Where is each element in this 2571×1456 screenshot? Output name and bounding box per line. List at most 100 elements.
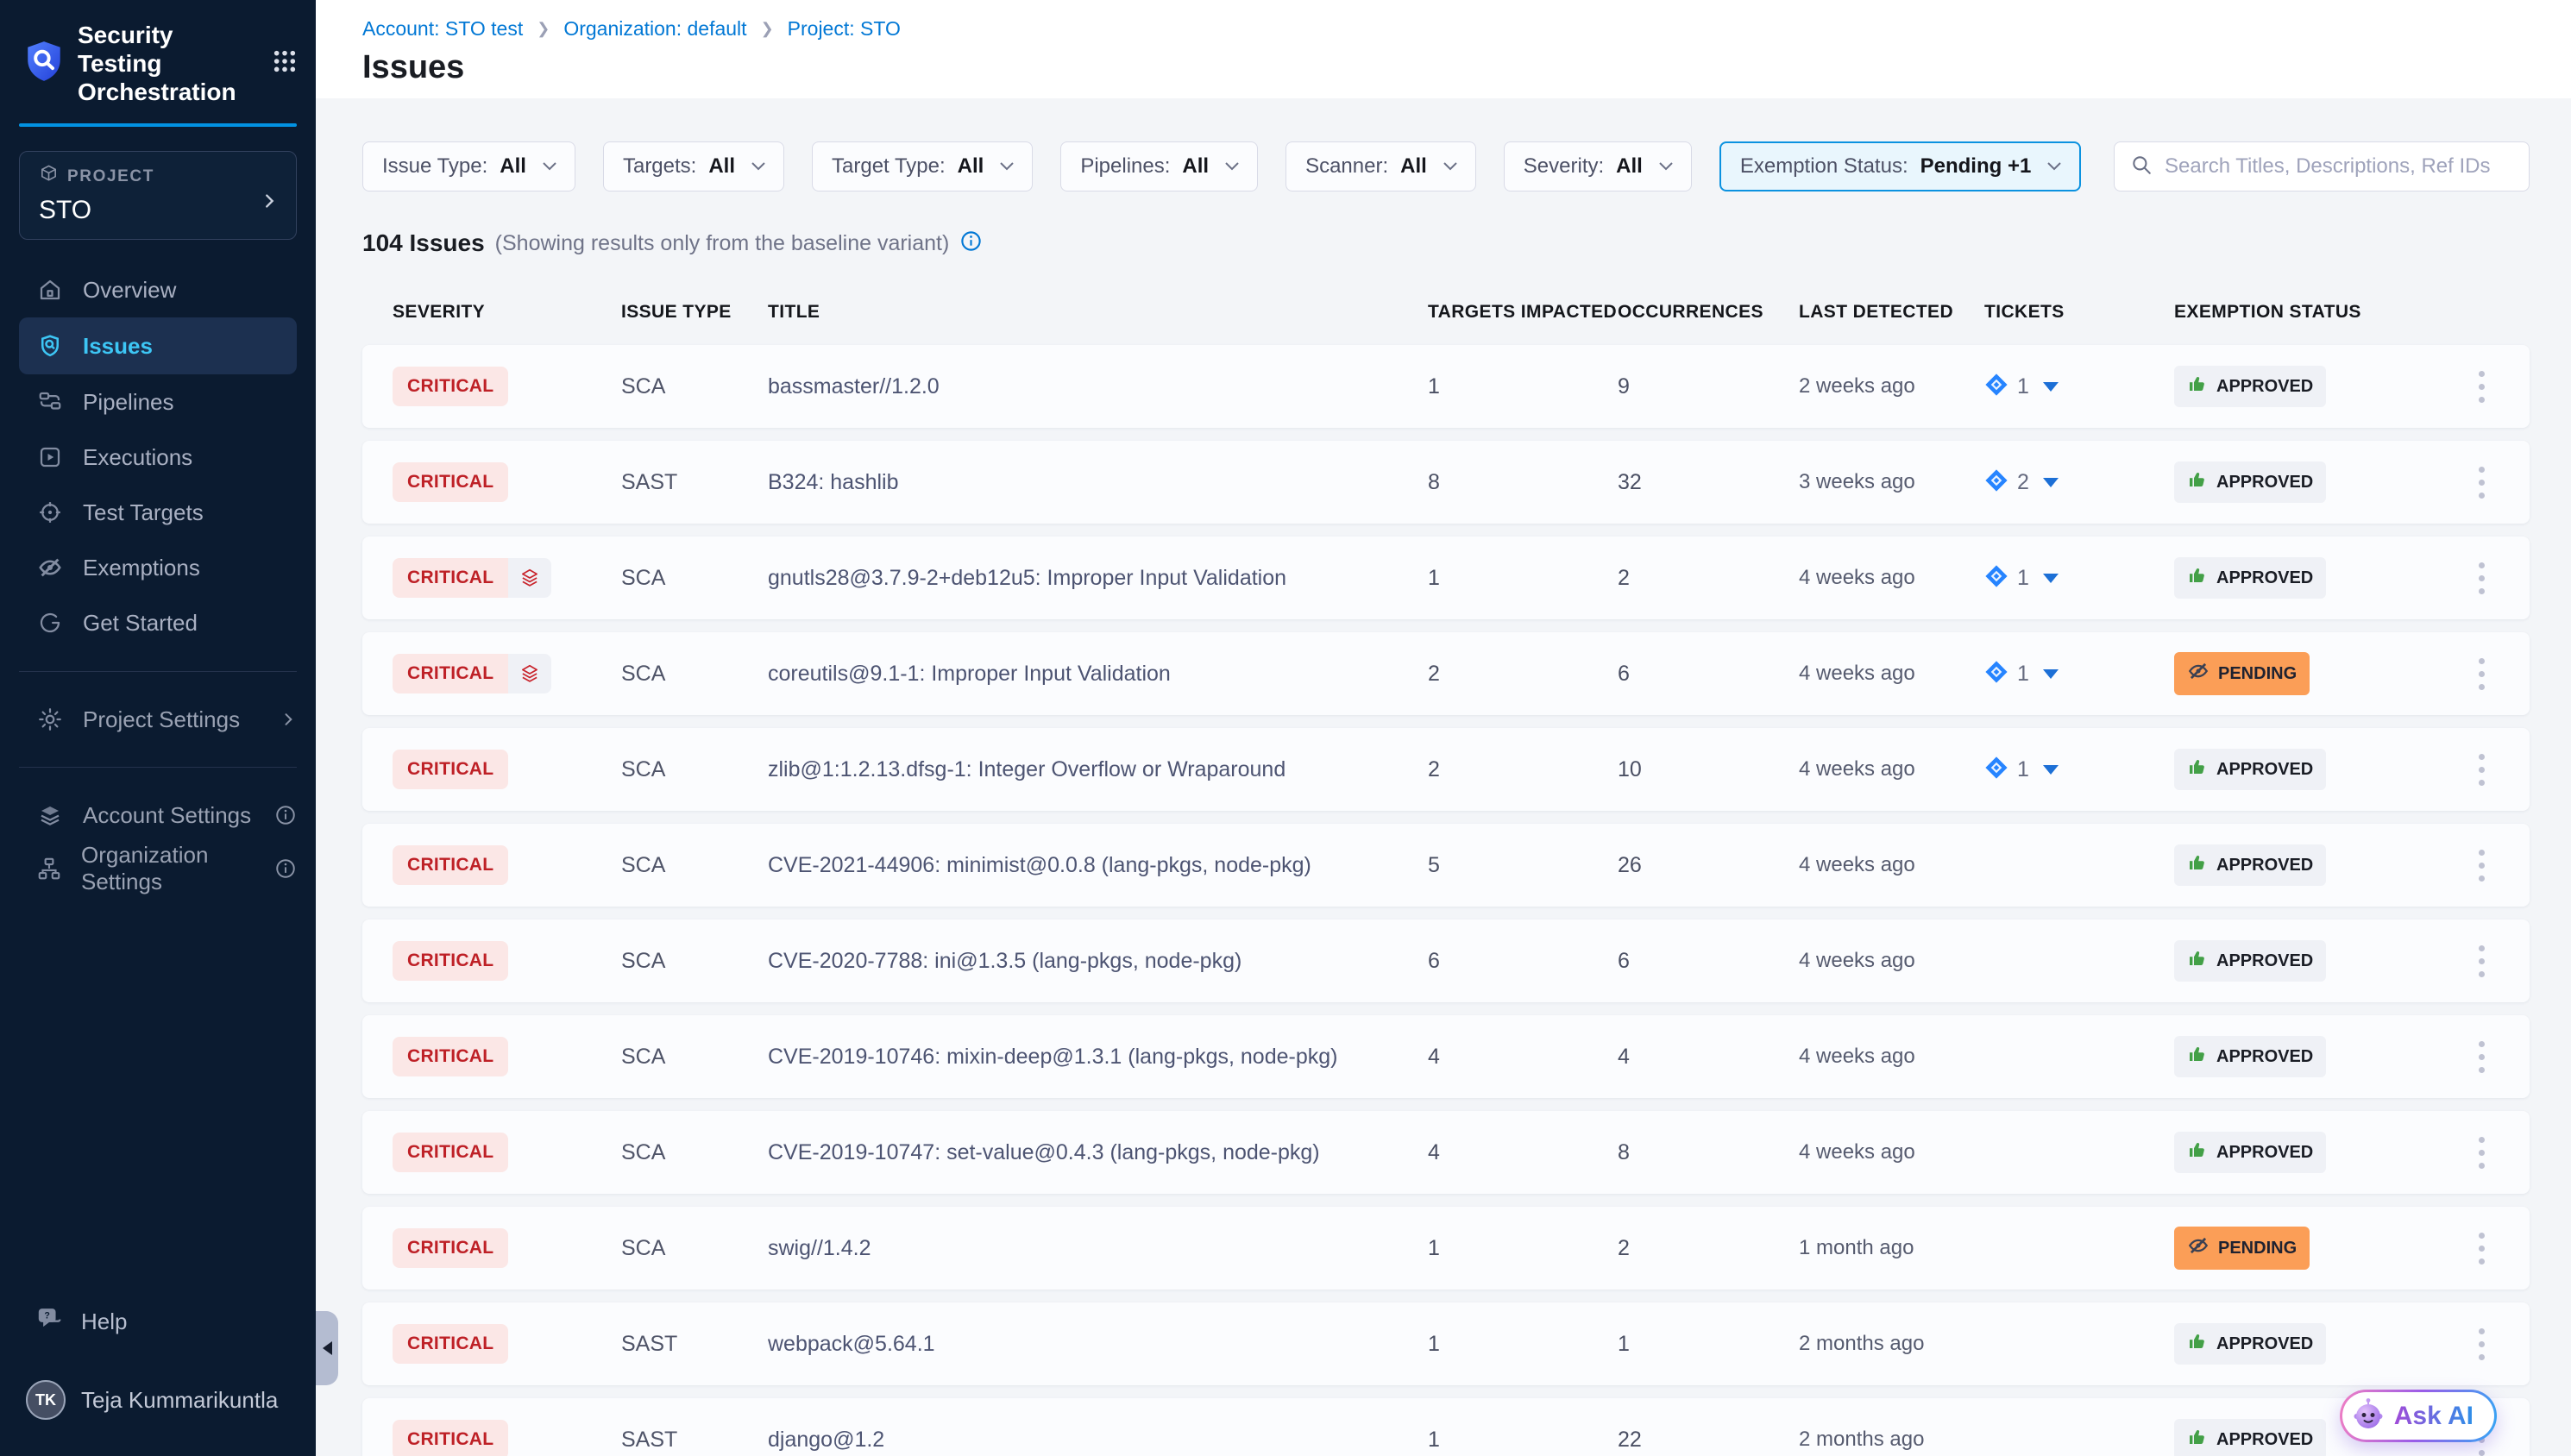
info-icon[interactable] (959, 229, 983, 257)
sidebar-item-test-targets[interactable]: Test Targets (0, 485, 316, 540)
project-card-label: PROJECT (67, 167, 154, 186)
filter-pipelines[interactable]: Pipelines:All (1060, 141, 1258, 191)
issue-title: webpack@5.64.1 (768, 1332, 1428, 1357)
issue-type: SCA (621, 662, 768, 687)
issue-title: django@1.2 (768, 1428, 1428, 1453)
sidebar-item-overview[interactable]: Overview (0, 262, 316, 317)
chevron-right-icon (280, 709, 297, 730)
search-input[interactable] (2165, 154, 2513, 179)
row-menu-button[interactable] (2474, 1323, 2490, 1365)
table-row[interactable]: CRITICAL SAST webpack@5.64.1 1 1 2 month… (362, 1302, 2530, 1385)
exemption-status-badge: APPROVED (2174, 1132, 2326, 1173)
ticket-link[interactable]: 1 (1984, 373, 2059, 401)
table-row[interactable]: CRITICAL SCA gnutls28@3.7.9-2+deb12u5: I… (362, 537, 2530, 619)
project-selector[interactable]: PROJECT STO (19, 151, 297, 240)
exemption-status-badge: APPROVED (2174, 1036, 2326, 1077)
jira-ticket-icon (1984, 756, 2008, 784)
filter-exemption-status[interactable]: Exemption Status:Pending +1 (1719, 141, 2081, 191)
breadcrumb-organization-link[interactable]: Organization: default (563, 17, 746, 41)
caret-down-icon (2043, 478, 2059, 487)
filter-value: Pending +1 (1920, 154, 2032, 179)
severity-label: CRITICAL (393, 558, 508, 598)
targets-impacted: 6 (1428, 949, 1618, 974)
sidebar-collapse-handle[interactable] (316, 1311, 338, 1385)
filter-issue-type[interactable]: Issue Type:All (362, 141, 575, 191)
sidebar-item-project-settings[interactable]: Project Settings (0, 693, 316, 746)
last-detected: 4 weeks ago (1799, 949, 1984, 973)
exemption-status-badge: PENDING (2174, 1227, 2310, 1270)
issue-title: coreutils@9.1-1: Improper Input Validati… (768, 662, 1428, 687)
table-row[interactable]: CRITICAL SCA CVE-2019-10746: mixin-deep@… (362, 1015, 2530, 1098)
svg-text:?: ? (44, 1310, 50, 1321)
help-button[interactable]: ? Help (0, 1296, 316, 1347)
ticket-link[interactable]: 1 (1984, 564, 2059, 593)
filter-scanner[interactable]: Scanner:All (1286, 141, 1476, 191)
sidebar-item-label: Test Targets (83, 499, 204, 526)
executions-icon (36, 444, 64, 470)
sidebar-item-issues[interactable]: Issues (19, 317, 297, 374)
ticket-link[interactable]: 2 (1984, 468, 2059, 497)
issue-type: SCA (621, 1140, 768, 1165)
occurrences: 2 (1618, 566, 1799, 591)
ticket-link[interactable]: 1 (1984, 756, 2059, 784)
table-row[interactable]: CRITICAL SCA CVE-2021-44906: minimist@0.… (362, 824, 2530, 907)
row-menu-button[interactable] (2474, 557, 2490, 599)
table-row[interactable]: CRITICAL SCA CVE-2020-7788: ini@1.3.5 (l… (362, 919, 2530, 1002)
table-row[interactable]: CRITICAL SCA CVE-2019-10747: set-value@0… (362, 1111, 2530, 1194)
last-detected: 4 weeks ago (1799, 853, 1984, 877)
table-row[interactable]: CRITICAL SCA swig//1.4.2 1 2 1 month ago… (362, 1207, 2530, 1290)
table-row[interactable]: CRITICAL SCA bassmaster//1.2.0 1 9 2 wee… (362, 345, 2530, 428)
table-header: SEVERITY ISSUE TYPE TITLE TARGETS IMPACT… (362, 302, 2530, 323)
severity-label: CRITICAL (393, 654, 508, 693)
shield-search-icon (36, 333, 64, 359)
row-menu-button[interactable] (2474, 653, 2490, 695)
table-row[interactable]: CRITICAL SAST B324: hashlib 8 32 3 weeks… (362, 441, 2530, 524)
severity-label: CRITICAL (393, 750, 508, 789)
exemption-status-badge: APPROVED (2174, 844, 2326, 886)
row-menu-button[interactable] (2474, 940, 2490, 982)
table-row[interactable]: CRITICAL SAST django@1.2 1 22 2 months a… (362, 1398, 2530, 1456)
breadcrumb-account-link[interactable]: Account: STO test (362, 17, 523, 41)
targets-impacted: 2 (1428, 662, 1618, 687)
chevron-left-icon (323, 1341, 332, 1355)
sidebar-item-executions[interactable]: Executions (0, 430, 316, 485)
sidebar-item-pipelines[interactable]: Pipelines (0, 374, 316, 430)
sidebar-item-label: Pipelines (83, 389, 174, 416)
sidebar-item-organization-settings[interactable]: Organization Settings (0, 842, 316, 895)
filter-severity[interactable]: Severity:All (1504, 141, 1692, 191)
severity-label: CRITICAL (393, 1324, 508, 1364)
project-name: STO (39, 196, 280, 225)
severity-label: CRITICAL (393, 1420, 508, 1456)
row-menu-button[interactable] (2474, 461, 2490, 504)
row-menu-button[interactable] (2474, 844, 2490, 887)
ticket-link[interactable]: 1 (1984, 660, 2059, 688)
row-menu-button[interactable] (2474, 1036, 2490, 1078)
breadcrumb-project-link[interactable]: Project: STO (788, 17, 901, 41)
severity-label: CRITICAL (393, 941, 508, 981)
nav-grid-icon[interactable] (271, 47, 299, 79)
filter-target-type[interactable]: Target Type:All (812, 141, 1033, 191)
row-menu-button[interactable] (2474, 1132, 2490, 1174)
thumbs-up-icon (2187, 373, 2208, 399)
sidebar-item-exemptions[interactable]: Exemptions (0, 540, 316, 595)
table-row[interactable]: CRITICAL SCA zlib@1:1.2.13.dfsg-1: Integ… (362, 728, 2530, 811)
exemption-status-badge: APPROVED (2174, 366, 2326, 407)
issue-title: CVE-2020-7788: ini@1.3.5 (lang-pkgs, nod… (768, 949, 1428, 974)
occurrences: 1 (1618, 1332, 1799, 1357)
user-menu[interactable]: TK Teja Kummarikuntla (0, 1370, 316, 1430)
filter-targets[interactable]: Targets:All (603, 141, 784, 191)
eye-off-icon (36, 555, 64, 581)
row-menu-button[interactable] (2474, 366, 2490, 408)
exemption-status-badge: APPROVED (2174, 557, 2326, 599)
occurrences: 6 (1618, 662, 1799, 687)
row-menu-button[interactable] (2474, 1227, 2490, 1270)
sidebar-item-get-started[interactable]: Get Started (0, 595, 316, 650)
issue-title: B324: hashlib (768, 470, 1428, 495)
sidebar-item-account-settings[interactable]: Account Settings (0, 788, 316, 842)
jira-ticket-icon (1984, 564, 2008, 593)
targets-impacted: 1 (1428, 566, 1618, 591)
ask-ai-button[interactable]: Ask AI (2340, 1390, 2497, 1442)
caret-down-icon (2043, 382, 2059, 392)
table-row[interactable]: CRITICAL SCA coreutils@9.1-1: Improper I… (362, 632, 2530, 715)
row-menu-button[interactable] (2474, 749, 2490, 791)
